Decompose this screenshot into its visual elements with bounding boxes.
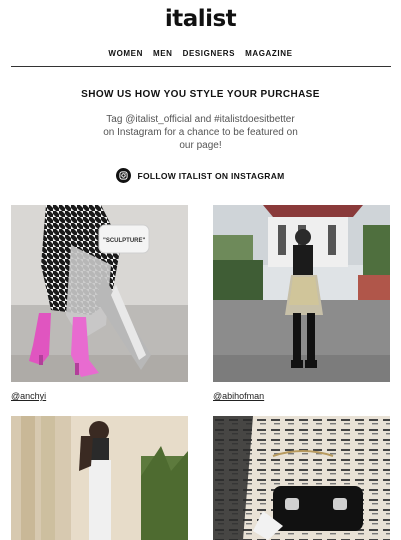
post-handle-1[interactable]: @anchyi	[11, 391, 46, 401]
follow-instagram-link[interactable]: FOLLOW ITALIST ON INSTAGRAM	[0, 168, 401, 183]
header-divider	[11, 66, 391, 67]
promo-headline: SHOW US HOW YOU STYLE YOUR PURCHASE	[81, 89, 320, 100]
nav-designers[interactable]: DESIGNERS	[183, 49, 236, 58]
instagram-post-4[interactable]	[213, 416, 390, 540]
nav-magazine[interactable]: MAGAZINE	[245, 49, 292, 58]
instagram-post-1[interactable]: "SCULPTURE"	[11, 205, 188, 382]
instagram-icon	[116, 168, 132, 183]
bag-print-text: "SCULPTURE"	[103, 238, 146, 244]
nav-men[interactable]: MEN	[153, 49, 173, 58]
italist-logo[interactable]: italist	[0, 6, 401, 32]
promo-body: Tag @italist_official and #italistdoesit…	[103, 114, 298, 151]
post-handle-2[interactable]: @abihofman	[213, 391, 264, 401]
nav-women[interactable]: WOMEN	[108, 49, 143, 58]
follow-instagram-label: FOLLOW ITALIST ON INSTAGRAM	[137, 170, 285, 181]
instagram-post-2[interactable]	[213, 205, 390, 382]
instagram-post-3[interactable]	[11, 416, 188, 540]
main-nav: WOMEN MEN DESIGNERS MAGAZINE	[0, 49, 401, 58]
